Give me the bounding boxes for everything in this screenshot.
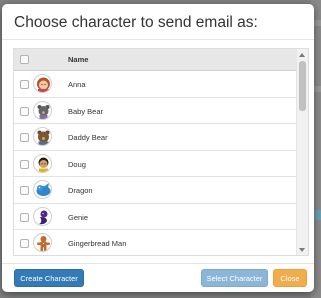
- header-divider: [2, 39, 314, 40]
- background-mark: [313, 20, 321, 26]
- table-row[interactable]: Gingerbread Man: [14, 230, 297, 255]
- row-checkbox[interactable]: [20, 133, 29, 142]
- row-checkbox[interactable]: [20, 80, 29, 89]
- dragon-avatar-icon: [33, 180, 52, 199]
- background-mark: [313, 86, 321, 92]
- choose-character-dialog: Choose character to send email as: Name …: [2, 4, 314, 292]
- table-row[interactable]: Anna: [14, 71, 297, 98]
- background-mark: [313, 210, 321, 220]
- name-column-header: Name: [68, 55, 89, 64]
- select-all-checkbox[interactable]: [20, 55, 29, 64]
- anna-avatar-icon: [33, 74, 52, 93]
- scroll-down-icon[interactable]: [299, 248, 305, 252]
- character-name: Baby Bear: [68, 106, 104, 116]
- table-row[interactable]: Baby Bear: [14, 97, 297, 124]
- character-name: Anna: [68, 80, 86, 89]
- close-button[interactable]: Close: [273, 269, 307, 287]
- select-character-button[interactable]: Select Character: [201, 269, 268, 287]
- table-scrollbar[interactable]: [296, 49, 308, 255]
- scrollbar-thumb[interactable]: [299, 61, 306, 111]
- character-name: Gingerbread Man: [68, 239, 127, 248]
- daddy-bear-avatar-icon: [33, 127, 52, 146]
- character-name: Doug: [68, 159, 86, 169]
- table-row[interactable]: Genie: [14, 203, 297, 230]
- genie-avatar-icon: [33, 206, 52, 226]
- baby-bear-avatar-icon: [33, 100, 52, 120]
- character-name: Daddy Bear: [68, 133, 108, 142]
- row-checkbox[interactable]: [20, 159, 29, 169]
- character-name: Genie: [68, 212, 89, 222]
- row-checkbox[interactable]: [20, 212, 29, 222]
- table-row[interactable]: Daddy Bear: [14, 124, 297, 151]
- doug-avatar-icon: [33, 153, 52, 173]
- row-checkbox[interactable]: [20, 239, 29, 248]
- row-checkbox[interactable]: [20, 106, 29, 116]
- row-checkbox[interactable]: [20, 186, 29, 195]
- character-name: Dragon: [68, 186, 93, 195]
- table-row[interactable]: Dragon: [14, 177, 297, 204]
- dialog-title: Choose character to send email as:: [14, 14, 258, 31]
- footer-divider: [2, 263, 314, 264]
- scroll-up-icon[interactable]: [299, 53, 305, 57]
- create-character-button[interactable]: Create Character: [14, 269, 84, 287]
- table-row[interactable]: Doug: [14, 150, 297, 177]
- character-table[interactable]: Name Anna Baby Bear Daddy Bear Doug Drag…: [13, 48, 309, 256]
- table-header: Name: [14, 49, 297, 71]
- gingerbread-man-avatar-icon: [33, 233, 52, 252]
